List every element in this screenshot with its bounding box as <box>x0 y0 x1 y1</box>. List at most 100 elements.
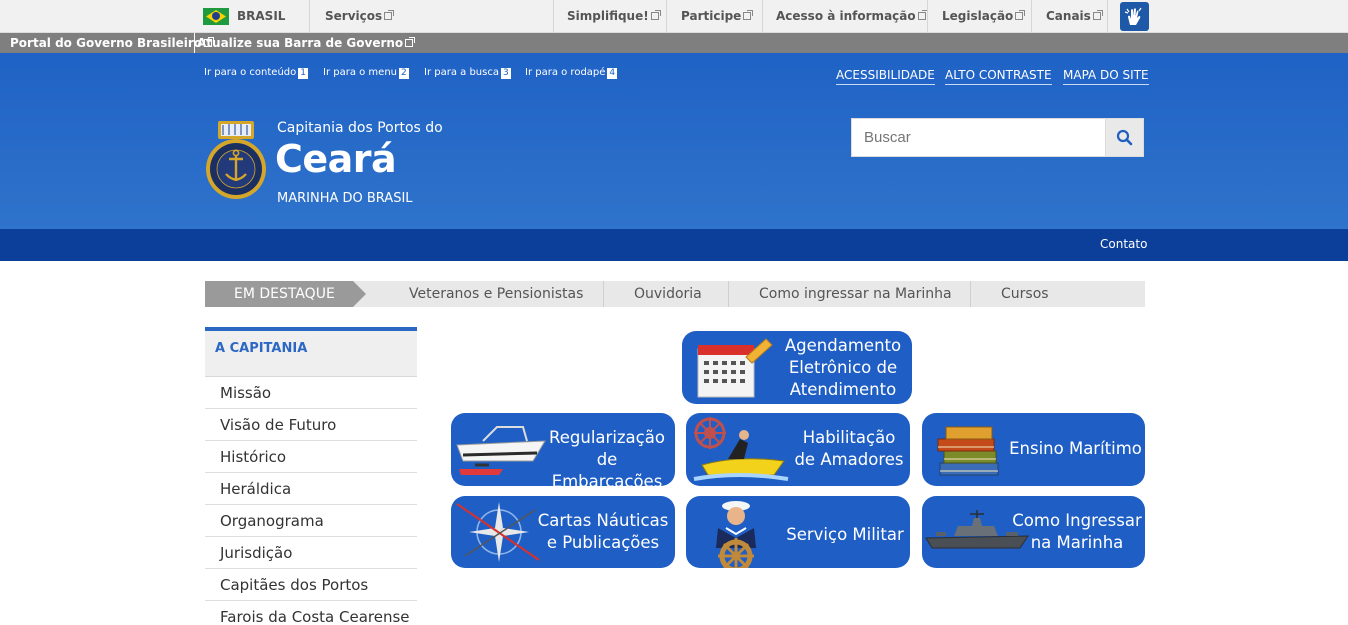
govbar-link-label: Legislação <box>942 9 1014 23</box>
tile-label: Habilitação de Amadores <box>794 428 904 469</box>
government-bar: BRASIL Serviços Simplifique! Participe A… <box>0 0 1348 33</box>
high-contrast-link[interactable]: ALTO CONTRASTE <box>945 68 1052 85</box>
govbar-link-canais[interactable]: Canais <box>1046 0 1103 33</box>
sidebar-item-missao[interactable]: Missão <box>205 377 417 409</box>
govbar-divider <box>1107 0 1108 33</box>
govbar-link-label: Acesso à informação <box>776 9 916 23</box>
skip-link-key: 4 <box>607 68 618 79</box>
vlibras-hands-icon[interactable] <box>1120 2 1149 31</box>
highlight-link-veteranos[interactable]: Veteranos e Pensionistas <box>409 281 583 307</box>
skip-link-label: Ir para a busca <box>424 67 499 78</box>
contact-link[interactable]: Contato <box>1100 237 1147 251</box>
sidebar-item-historico[interactable]: Histórico <box>205 441 417 473</box>
portal-link-label: Portal do Governo Brasileiro <box>10 36 202 50</box>
search-icon <box>1116 129 1133 146</box>
govbar-link-participe[interactable]: Participe <box>681 0 754 33</box>
skip-to-footer-link[interactable]: Ir para o rodapé 4 <box>525 67 618 79</box>
skip-link-key: 3 <box>500 68 511 79</box>
site-header: Ir para o conteúdo 1 Ir para o menu 2 Ir p… <box>0 53 1348 229</box>
sidebar-item-capitaes[interactable]: Capitães dos Portos <box>205 569 417 601</box>
compass-rose-icon <box>456 502 540 562</box>
sidebar-item-heraldica[interactable]: Heráldica <box>205 473 417 505</box>
tile-label: Serviço Militar <box>786 525 904 544</box>
govbar-divider <box>762 0 763 33</box>
skip-link-label: Ir para o menu <box>323 67 397 78</box>
govbar-link-label: Serviços <box>325 9 383 23</box>
govbar-divider <box>927 0 928 33</box>
tile-ensino-maritimo[interactable]: Ensino Marítimo <box>922 413 1145 486</box>
sidebar-menu: A CAPITANIA Missão Visão de Futuro Histó… <box>205 327 417 625</box>
sitemap-link[interactable]: MAPA DO SITE <box>1063 68 1149 85</box>
govbar-link-simplifique[interactable]: Simplifique! <box>567 0 661 33</box>
tile-agendamento[interactable]: Agendamento Eletrônico de Atendimento <box>682 331 912 404</box>
sidebar-heading: A CAPITANIA <box>205 327 417 377</box>
govbar-divider <box>309 0 310 33</box>
skip-link-key: 2 <box>399 68 409 79</box>
govbar-link-label: Participe <box>681 9 742 23</box>
accessibility-link[interactable]: ACESSIBILIDADE <box>836 68 935 85</box>
portal-governo-link[interactable]: Portal do Governo Brasileiro <box>10 33 214 53</box>
external-link-icon <box>743 10 754 20</box>
highlights-divider <box>603 281 604 307</box>
highlights-label: EM DESTAQUE <box>205 281 366 307</box>
govbar-link-label: Canais <box>1046 9 1091 23</box>
tile-label: Regularização de Embarcações <box>549 428 665 486</box>
jetski-icon <box>693 417 789 481</box>
marinha-seal-logo[interactable] <box>204 119 268 201</box>
tile-label: Cartas Náuticas e Publicações <box>537 511 669 552</box>
govbar-link-servicos[interactable]: Serviços <box>325 0 395 33</box>
tile-habilitacao[interactable]: Habilitação de Amadores <box>686 413 910 486</box>
highlight-link-ouvidoria[interactable]: Ouvidoria <box>634 281 702 307</box>
site-pre-title: Capitania dos Portos do <box>277 120 443 136</box>
search-button[interactable] <box>1105 118 1144 157</box>
external-link-icon <box>384 10 395 20</box>
search-input[interactable] <box>851 118 1106 157</box>
brazil-flag-icon <box>203 8 229 25</box>
external-link-icon <box>1015 10 1026 20</box>
govbar-divider <box>1031 0 1032 33</box>
portal-bar: Portal do Governo Brasileiro Atualize su… <box>0 33 1348 53</box>
skip-link-label: Ir para o rodapé <box>525 67 606 78</box>
sidebar-item-visao-futuro[interactable]: Visão de Futuro <box>205 409 417 441</box>
sidebar-item-jurisdicao[interactable]: Jurisdição <box>205 537 417 569</box>
highlights-bar: EM DESTAQUE Veteranos e Pensionistas Ouv… <box>205 281 1145 307</box>
external-link-icon <box>650 10 661 20</box>
skip-to-menu-link[interactable]: Ir para o menu 2 <box>323 67 409 79</box>
govbar-divider <box>553 0 554 33</box>
highlights-divider <box>970 281 971 307</box>
govbar-link-label: Simplifique! <box>567 9 649 23</box>
external-link-icon <box>917 10 928 20</box>
calendar-icon <box>697 338 773 398</box>
highlight-link-cursos[interactable]: Cursos <box>1001 281 1049 307</box>
skip-to-content-link[interactable]: Ir para o conteúdo 1 <box>204 67 308 79</box>
govbar-brasil-link[interactable]: BRASIL <box>237 0 285 33</box>
sidebar-item-organograma[interactable]: Organograma <box>205 505 417 537</box>
highlight-link-ingressar[interactable]: Como ingressar na Marinha <box>759 281 952 307</box>
portal-divider <box>194 33 195 53</box>
highlights-divider <box>728 281 729 307</box>
tile-label: Agendamento Eletrônico de Atendimento <box>784 336 902 399</box>
books-icon <box>937 426 999 476</box>
site-title[interactable]: Ceará <box>275 137 397 181</box>
govbar-divider <box>666 0 667 33</box>
external-link-icon <box>1092 10 1103 20</box>
tile-label: Como Ingressar na Marinha <box>1012 511 1142 552</box>
portal-link-label: Atualize sua Barra de Governo <box>197 36 404 50</box>
tile-como-ingressar[interactable]: Como Ingressar na Marinha <box>922 496 1145 568</box>
update-govbar-link[interactable]: Atualize sua Barra de Governo <box>197 33 416 53</box>
govbar-link-legislacao[interactable]: Legislação <box>942 0 1026 33</box>
skip-to-search-link[interactable]: Ir para a busca 3 <box>424 67 511 79</box>
boat-icon <box>456 426 546 475</box>
skip-link-key: 1 <box>298 68 308 79</box>
tile-regularizacao[interactable]: Regularização de Embarcações <box>451 413 675 486</box>
skip-link-label: Ir para o conteúdo <box>204 67 297 78</box>
govbar-link-acesso-informacao[interactable]: Acesso à informação <box>776 0 928 33</box>
sidebar-item-farois[interactable]: Farois da Costa Cearense <box>205 601 417 625</box>
sailor-icon <box>716 501 756 568</box>
tile-label: Ensino Marítimo <box>1009 439 1142 458</box>
tile-servico-militar[interactable]: Serviço Militar <box>686 496 910 568</box>
site-subtitle: MARINHA DO BRASIL <box>277 191 413 206</box>
tile-cartas-nauticas[interactable]: Cartas Náuticas e Publicações <box>451 496 675 568</box>
external-link-icon <box>405 37 416 47</box>
main-nav-bar: Contato <box>0 229 1348 261</box>
